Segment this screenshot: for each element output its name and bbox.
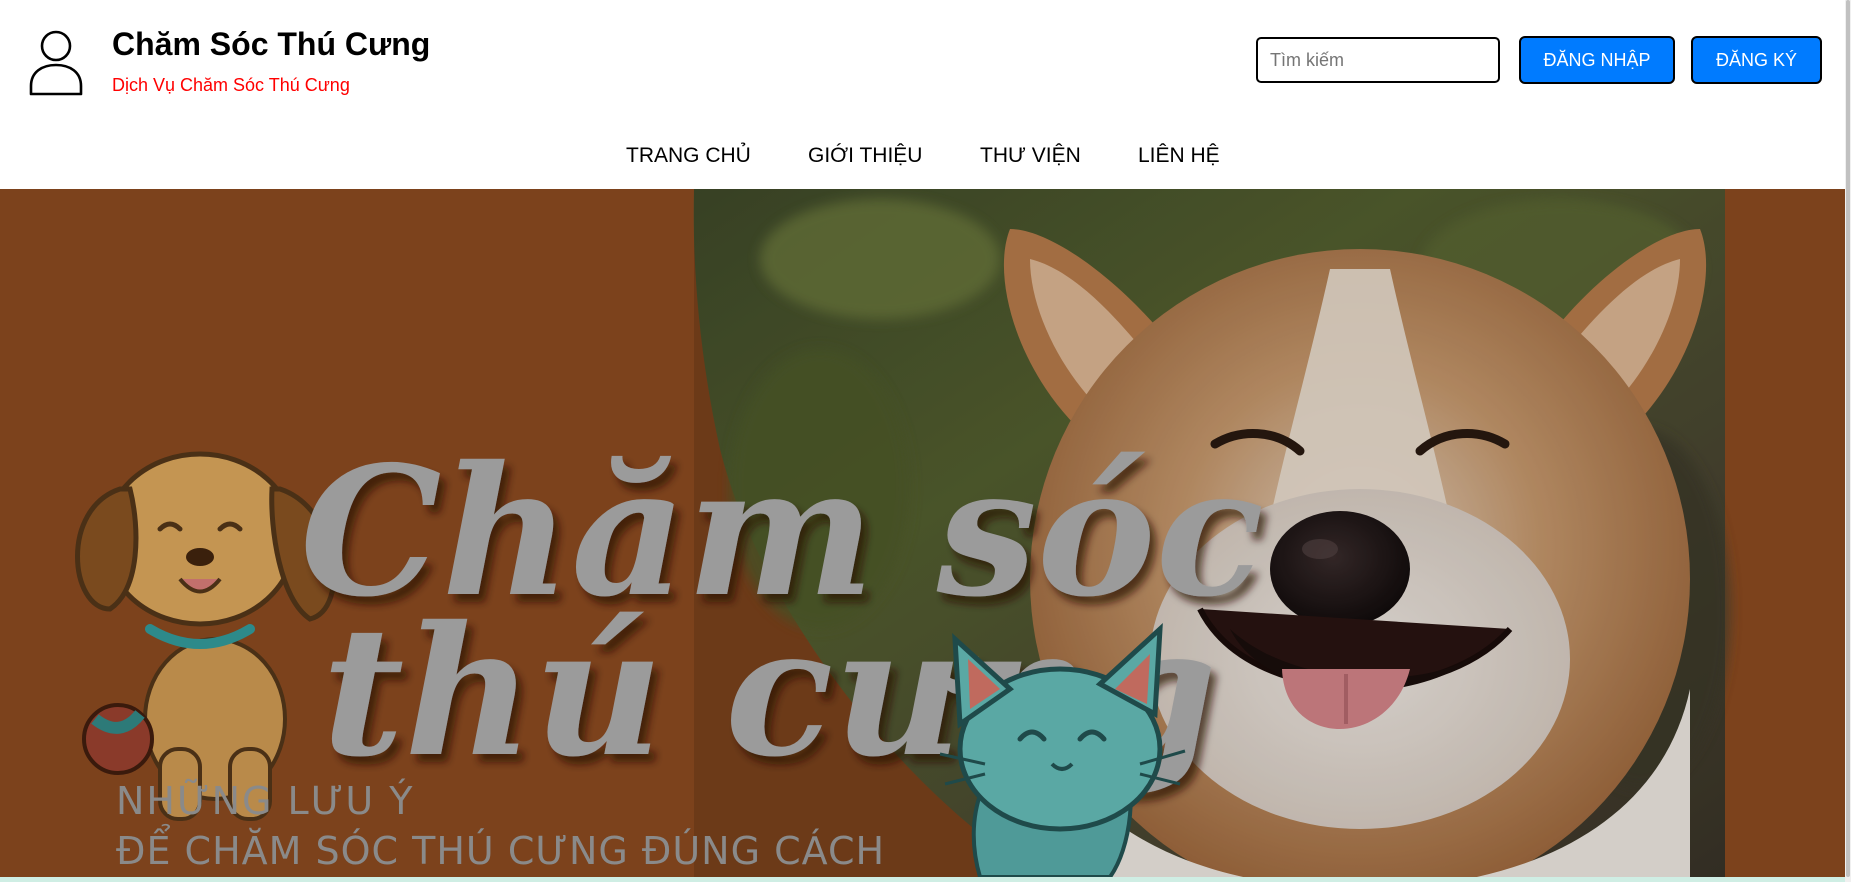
- cartoon-dog-illustration: [75, 451, 337, 821]
- hero-banner: Chăm sóc thú cưng NHỮNG LƯU Ý ĐỂ CHĂM SÓ…: [0, 189, 1845, 877]
- main-nav: TRANG CHỦ GIỚI THIỆU THƯ VIỆN LIÊN HỆ: [0, 118, 1845, 190]
- site-header: Chăm Sóc Thú Cưng Dịch Vụ Chăm Sóc Thú C…: [0, 0, 1845, 118]
- page: Chăm Sóc Thú Cưng Dịch Vụ Chăm Sóc Thú C…: [0, 0, 1851, 882]
- nav-item-contact[interactable]: LIÊN HỆ: [1138, 144, 1220, 168]
- site-title: Chăm Sóc Thú Cưng: [112, 26, 431, 62]
- nav-item-gallery[interactable]: THƯ VIỆN: [980, 144, 1081, 168]
- page-bottom-edge: [0, 877, 1851, 882]
- site-subtitle: Dịch Vụ Chăm Sóc Thú Cưng: [112, 75, 350, 95]
- hero-caption-line2: ĐỂ CHĂM SÓC THÚ CƯNG ĐÚNG CÁCH: [116, 825, 885, 873]
- main-column: Chăm Sóc Thú Cưng Dịch Vụ Chăm Sóc Thú C…: [0, 0, 1845, 882]
- scrollbar-thumb[interactable]: [1846, 0, 1850, 877]
- hero-caption-line1: NHỮNG LƯU Ý: [116, 779, 414, 823]
- register-button[interactable]: ĐĂNG KÝ: [1691, 36, 1822, 84]
- vertical-scrollbar[interactable]: [1845, 0, 1851, 882]
- user-icon: [29, 30, 83, 96]
- hero-image: Chăm sóc thú cưng NHỮNG LƯU Ý ĐỂ CHĂM SÓ…: [75, 189, 1730, 877]
- nav-item-about[interactable]: GIỚI THIỆU: [808, 144, 922, 168]
- login-button[interactable]: ĐĂNG NHẬP: [1519, 36, 1675, 84]
- search-input[interactable]: [1256, 37, 1500, 83]
- nav-item-home[interactable]: TRANG CHỦ: [626, 144, 751, 168]
